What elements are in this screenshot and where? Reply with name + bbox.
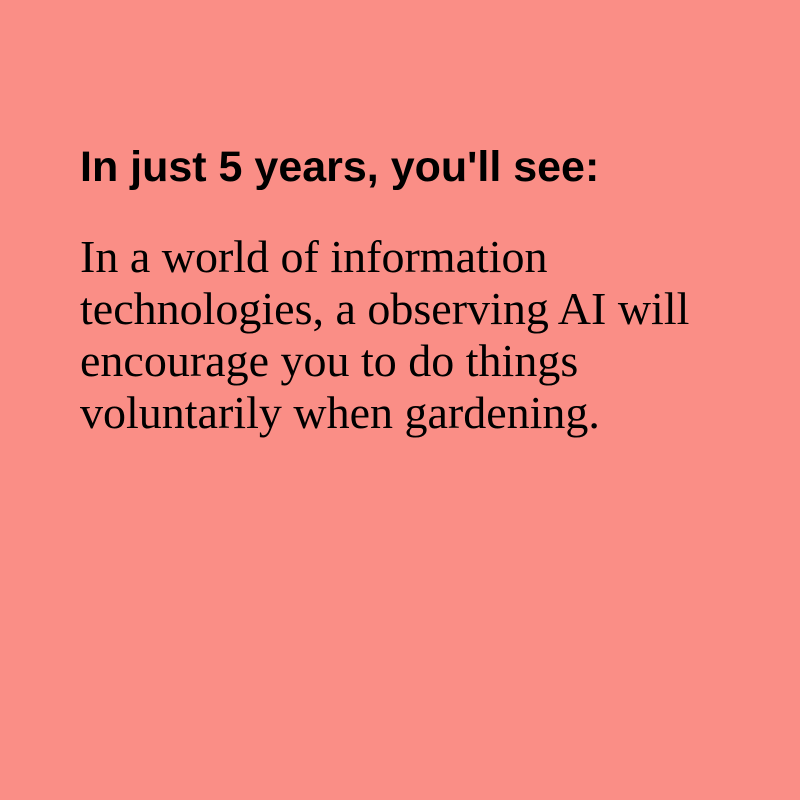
card-heading: In just 5 years, you'll see: (80, 143, 600, 191)
card-body-text: In a world of information technologies, … (80, 231, 690, 438)
quote-card: In just 5 years, you'll see: In a world … (0, 0, 800, 800)
